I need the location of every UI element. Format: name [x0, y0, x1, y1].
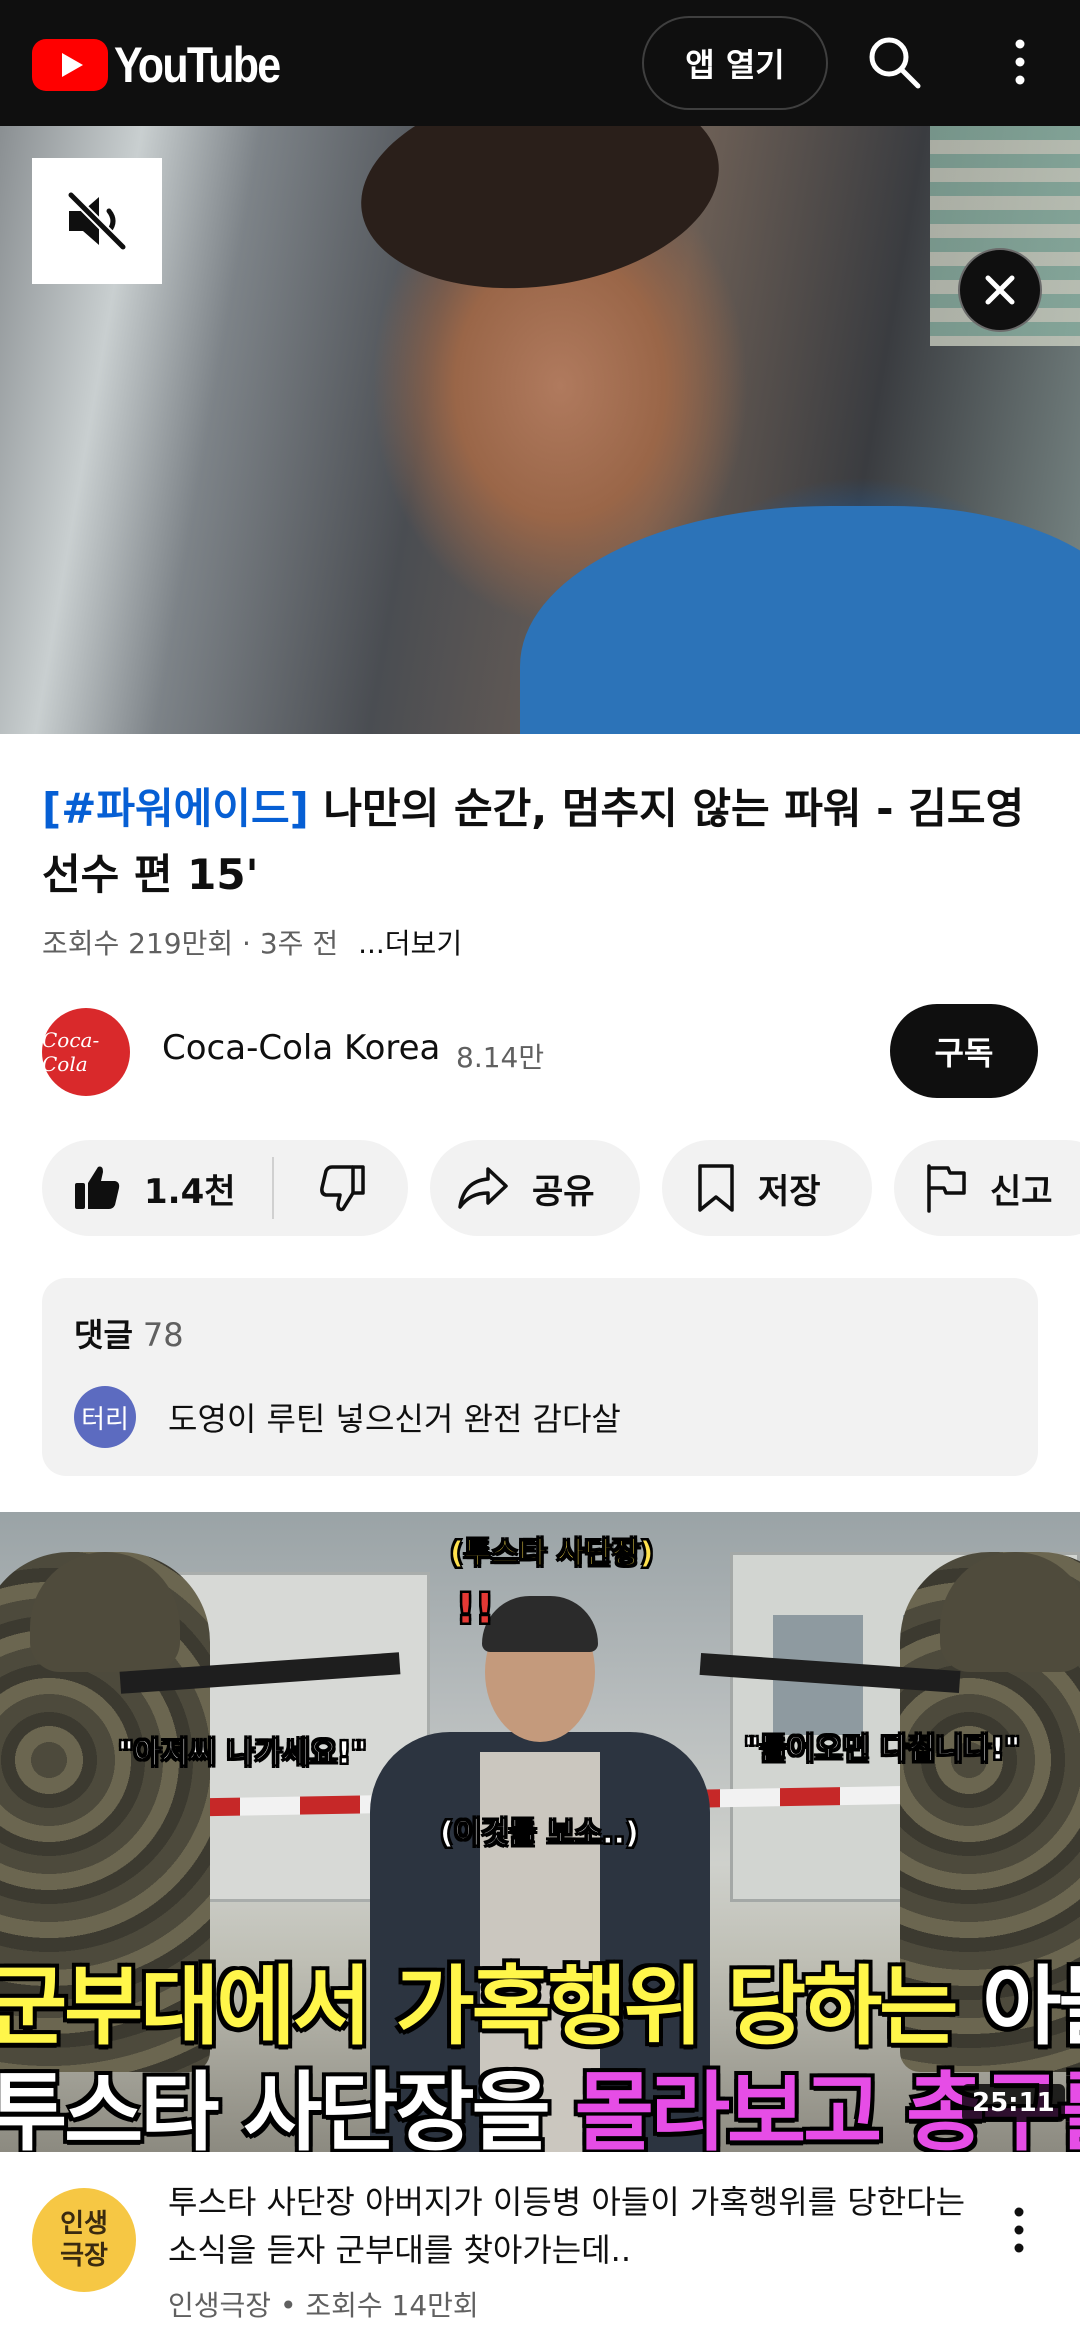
- share-icon: [458, 1167, 508, 1209]
- more-vert-icon[interactable]: [1002, 2200, 1036, 2260]
- thumbnail-quote-right: "들어오면 다칩니다!": [743, 1732, 1021, 1768]
- commenter-avatar: 터리: [74, 1386, 136, 1448]
- save-button[interactable]: 저장: [662, 1140, 872, 1236]
- comments-count: 78: [142, 1316, 184, 1354]
- recommended-channel-avatar[interactable]: 인생 극장: [32, 2188, 136, 2292]
- action-bar: 1.4천 공유 저장 신고: [42, 1140, 1080, 1236]
- channel-row: Coca-Cola Coca-Cola Korea 8.14만 구독: [0, 1004, 1080, 1100]
- recommended-video-meta: 인생극장 • 조회수 14만회: [168, 2289, 479, 2322]
- avatar-text-line1: 인생: [60, 2209, 108, 2239]
- close-player-button[interactable]: [958, 248, 1042, 332]
- more-description-link[interactable]: ...더보기: [358, 927, 462, 960]
- share-button[interactable]: 공유: [430, 1140, 640, 1236]
- thumbs-down-icon: [320, 1165, 365, 1212]
- subscribe-button[interactable]: 구독: [890, 1004, 1038, 1098]
- thumbnail-exclamation: !!: [455, 1584, 495, 1634]
- video-frame-detail: [520, 506, 1080, 734]
- thumbnail-helmet: [940, 1552, 1080, 1672]
- video-duration-badge: 25:11: [962, 2084, 1065, 2122]
- comments-panel[interactable]: 댓글 78 터리 도영이 루틴 넣으신거 완전 감다살: [42, 1278, 1038, 1476]
- youtube-logo-icon: [32, 39, 108, 91]
- logo-text: YouTube: [114, 37, 281, 93]
- flag-icon: [927, 1164, 966, 1213]
- video-title[interactable]: [#파워에이드] 나만의 순간, 멈추지 않는 파워 - 김도영 선수 편 15…: [42, 776, 1042, 908]
- caption-white-text: 투스타 사단장을: [0, 2063, 575, 2152]
- close-icon: [985, 275, 1015, 305]
- comments-label: 댓글: [74, 1316, 133, 1354]
- top-app-bar: YouTube 앱 열기: [0, 0, 1080, 126]
- thumbnail-caption-line2: 투스타 사단장을 몰라보고 총구를 겨누는데: [0, 2042, 1080, 2152]
- mute-icon: [67, 191, 127, 251]
- more-vert-icon[interactable]: [1000, 32, 1040, 92]
- like-count: 1.4천: [144, 1171, 236, 1212]
- top-comment-text: 도영이 루틴 넣으신거 완전 감다살: [168, 1400, 621, 1438]
- channel-avatar[interactable]: Coca-Cola: [42, 1008, 130, 1096]
- subscriber-count: 8.14만: [456, 1041, 545, 1074]
- avatar-text-line2: 극장: [60, 2241, 108, 2271]
- thumbnail-quote-left: "아저씨 나가세요!": [118, 1736, 368, 1772]
- video-meta[interactable]: 조회수 219만회 · 3주 전 ...더보기: [42, 922, 462, 962]
- youtube-logo[interactable]: YouTube: [32, 36, 306, 94]
- report-label: 신고: [990, 1171, 1053, 1212]
- comments-header: 댓글 78: [74, 1310, 184, 1356]
- open-app-button[interactable]: 앱 열기: [642, 16, 828, 110]
- view-count-date: 조회수 219만회 · 3주 전: [42, 927, 339, 960]
- thumbs-up-icon: [75, 1166, 120, 1209]
- save-label: 저장: [758, 1171, 821, 1212]
- channel-name[interactable]: Coca-Cola Korea: [162, 1028, 440, 1068]
- video-player[interactable]: [0, 126, 1080, 734]
- thumbnail-tag: (투스타 사단장): [449, 1536, 654, 1572]
- thumbnail-hair: [482, 1596, 598, 1652]
- recommended-video-thumbnail[interactable]: (투스타 사단장) !! "아저씨 나가세요!" "들어오면 다칩니다!" (이…: [0, 1512, 1080, 2152]
- bookmark-icon: [698, 1164, 734, 1212]
- recommended-video-title[interactable]: 투스타 사단장 아버지가 이등병 아들이 가혹행위를 당한다는 소식을 듣자 군…: [168, 2178, 968, 2274]
- hashtag-link[interactable]: [#파워에이드]: [42, 784, 309, 833]
- thumbnail-quote-center: (이것들 보소..): [440, 1816, 640, 1852]
- report-button[interactable]: 신고: [894, 1140, 1080, 1236]
- thumbnail-helmet: [30, 1552, 180, 1672]
- video-frame-detail: [347, 126, 733, 311]
- share-label: 공유: [532, 1171, 595, 1212]
- dislike-button[interactable]: [274, 1140, 408, 1236]
- like-button[interactable]: 1.4천: [42, 1140, 272, 1236]
- search-icon[interactable]: [864, 32, 924, 92]
- like-dislike-group: 1.4천: [42, 1140, 408, 1236]
- mute-button[interactable]: [32, 158, 162, 284]
